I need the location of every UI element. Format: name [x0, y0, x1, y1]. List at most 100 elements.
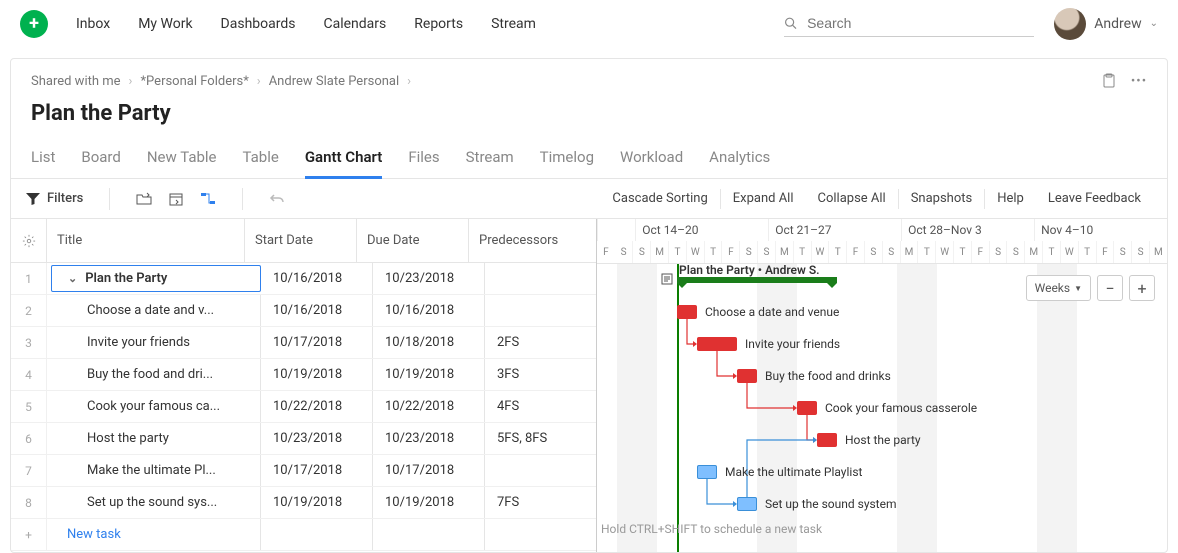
- tab-workload[interactable]: Workload: [620, 138, 683, 178]
- table-row[interactable]: 4Buy the food and dri...10/19/201810/19/…: [11, 359, 596, 391]
- task-title-cell[interactable]: Host the party: [47, 423, 261, 454]
- gantt-summary-bar[interactable]: [677, 277, 837, 283]
- task-title-cell[interactable]: Choose a date and v...: [47, 295, 261, 326]
- dependencies-icon[interactable]: [200, 191, 216, 207]
- predecessors-cell[interactable]: 7FS: [485, 487, 595, 518]
- gantt-bar[interactable]: [737, 497, 757, 511]
- start-date-cell[interactable]: 10/19/2018: [261, 487, 373, 518]
- nav-inbox[interactable]: Inbox: [76, 16, 110, 32]
- col-pred[interactable]: Predecessors: [469, 219, 579, 262]
- create-button[interactable]: +: [20, 10, 48, 38]
- feedback-button[interactable]: Leave Feedback: [1036, 191, 1153, 206]
- nav-calendars[interactable]: Calendars: [323, 16, 386, 32]
- predecessors-cell[interactable]: [485, 295, 595, 326]
- due-date-cell[interactable]: 10/16/2018: [373, 295, 485, 326]
- start-date-cell[interactable]: 10/23/2018: [261, 423, 373, 454]
- tab-gantt[interactable]: Gantt Chart: [305, 138, 383, 179]
- tab-files[interactable]: Files: [408, 138, 439, 178]
- user-menu[interactable]: Andrew ⌄: [1054, 8, 1158, 40]
- new-task-label[interactable]: New task: [47, 519, 261, 550]
- gantt-chart[interactable]: Oct 14–20Oct 21–27Oct 28–Nov 3Nov 4–10 F…: [597, 219, 1167, 552]
- nav-stream[interactable]: Stream: [491, 16, 536, 32]
- collapse-all-button[interactable]: Collapse All: [806, 191, 898, 206]
- predecessors-cell[interactable]: 3FS: [485, 359, 595, 390]
- nav-dashboards[interactable]: Dashboards: [221, 16, 296, 32]
- zoom-in-button[interactable]: +: [1129, 275, 1155, 301]
- expand-folder-icon[interactable]: [136, 191, 152, 207]
- gantt-bar[interactable]: [797, 401, 817, 415]
- due-date-cell[interactable]: 10/19/2018: [373, 359, 485, 390]
- gantt-body[interactable]: Plan the Party • Andrew S.Choose a date …: [597, 264, 1167, 552]
- table-row[interactable]: 5Cook your famous ca...10/22/201810/22/2…: [11, 391, 596, 423]
- due-date-cell[interactable]: 10/22/2018: [373, 391, 485, 422]
- table-row[interactable]: 6Host the party10/23/201810/23/20185FS, …: [11, 423, 596, 455]
- today-icon[interactable]: [168, 191, 184, 207]
- predecessors-cell[interactable]: [485, 455, 595, 486]
- due-date-cell[interactable]: 10/23/2018: [373, 423, 485, 454]
- start-date-cell[interactable]: 10/17/2018: [261, 327, 373, 358]
- task-title-cell[interactable]: ⌄Plan the Party: [51, 265, 261, 292]
- start-date-cell[interactable]: 10/17/2018: [261, 455, 373, 486]
- due-date-cell[interactable]: 10/23/2018: [373, 263, 485, 294]
- predecessors-cell[interactable]: 4FS: [485, 391, 595, 422]
- snapshots-button[interactable]: Snapshots: [899, 191, 985, 206]
- row-number: 8: [11, 487, 47, 518]
- more-icon[interactable]: •••: [1131, 73, 1147, 89]
- search-input[interactable]: [805, 14, 1034, 32]
- filters-button[interactable]: Filters: [25, 191, 83, 207]
- breadcrumb-item[interactable]: *Personal Folders*: [140, 74, 248, 89]
- tab-table[interactable]: Table: [243, 138, 279, 178]
- gantt-bar[interactable]: [697, 337, 737, 351]
- tab-stream[interactable]: Stream: [466, 138, 514, 178]
- nav-my-work[interactable]: My Work: [138, 16, 192, 32]
- table-row[interactable]: 8Set up the sound sys...10/19/201810/19/…: [11, 487, 596, 519]
- chevron-down-icon[interactable]: ⌄: [68, 272, 77, 285]
- zoom-out-button[interactable]: −: [1097, 275, 1123, 301]
- breadcrumb-item[interactable]: Andrew Slate Personal: [269, 74, 399, 89]
- due-date-cell[interactable]: 10/18/2018: [373, 327, 485, 358]
- col-due[interactable]: Due Date: [357, 219, 469, 262]
- expand-all-button[interactable]: Expand All: [721, 191, 806, 206]
- start-date-cell[interactable]: 10/22/2018: [261, 391, 373, 422]
- task-title-cell[interactable]: Invite your friends: [47, 327, 261, 358]
- col-start[interactable]: Start Date: [245, 219, 357, 262]
- day-header: W: [935, 241, 953, 263]
- plus-icon[interactable]: +: [11, 519, 47, 550]
- nav-reports[interactable]: Reports: [414, 16, 463, 32]
- predecessors-cell[interactable]: [485, 263, 595, 294]
- grid-settings-button[interactable]: [11, 219, 47, 262]
- help-button[interactable]: Help: [985, 191, 1036, 206]
- col-title[interactable]: Title: [47, 219, 245, 262]
- task-title-cell[interactable]: Cook your famous ca...: [47, 391, 261, 422]
- gantt-bar[interactable]: [737, 369, 757, 383]
- task-title-cell[interactable]: Buy the food and dri...: [47, 359, 261, 390]
- cascade-sorting-button[interactable]: Cascade Sorting: [600, 191, 719, 206]
- tab-board[interactable]: Board: [81, 138, 120, 178]
- search-box[interactable]: [784, 10, 1034, 37]
- scale-dropdown[interactable]: Weeks ▼: [1026, 275, 1091, 301]
- predecessors-cell[interactable]: 2FS: [485, 327, 595, 358]
- new-task-row[interactable]: +New task: [11, 519, 596, 551]
- tab-analytics[interactable]: Analytics: [709, 138, 770, 178]
- predecessors-cell[interactable]: 5FS, 8FS: [485, 423, 595, 454]
- due-date-cell[interactable]: 10/17/2018: [373, 455, 485, 486]
- start-date-cell[interactable]: 10/16/2018: [261, 263, 373, 294]
- start-date-cell[interactable]: 10/16/2018: [261, 295, 373, 326]
- gantt-bar[interactable]: [697, 465, 717, 479]
- tab-list[interactable]: List: [31, 138, 55, 178]
- table-row[interactable]: 3Invite your friends10/17/201810/18/2018…: [11, 327, 596, 359]
- start-date-cell[interactable]: 10/19/2018: [261, 359, 373, 390]
- task-title-cell[interactable]: Set up the sound sys...: [47, 487, 261, 518]
- table-row[interactable]: 7Make the ultimate Pl...10/17/201810/17/…: [11, 455, 596, 487]
- gantt-bar[interactable]: [677, 305, 697, 319]
- gantt-bar[interactable]: [817, 433, 837, 447]
- due-date-cell[interactable]: 10/19/2018: [373, 487, 485, 518]
- breadcrumb-item[interactable]: Shared with me: [31, 74, 121, 89]
- tab-new-table[interactable]: New Table: [147, 138, 217, 178]
- table-row[interactable]: 2Choose a date and v...10/16/201810/16/2…: [11, 295, 596, 327]
- table-row[interactable]: 1⌄Plan the Party10/16/201810/23/2018: [11, 263, 596, 295]
- task-title-cell[interactable]: Make the ultimate Pl...: [47, 455, 261, 486]
- tab-timelog[interactable]: Timelog: [540, 138, 594, 178]
- clipboard-icon[interactable]: [1101, 73, 1117, 89]
- undo-icon[interactable]: [269, 191, 285, 207]
